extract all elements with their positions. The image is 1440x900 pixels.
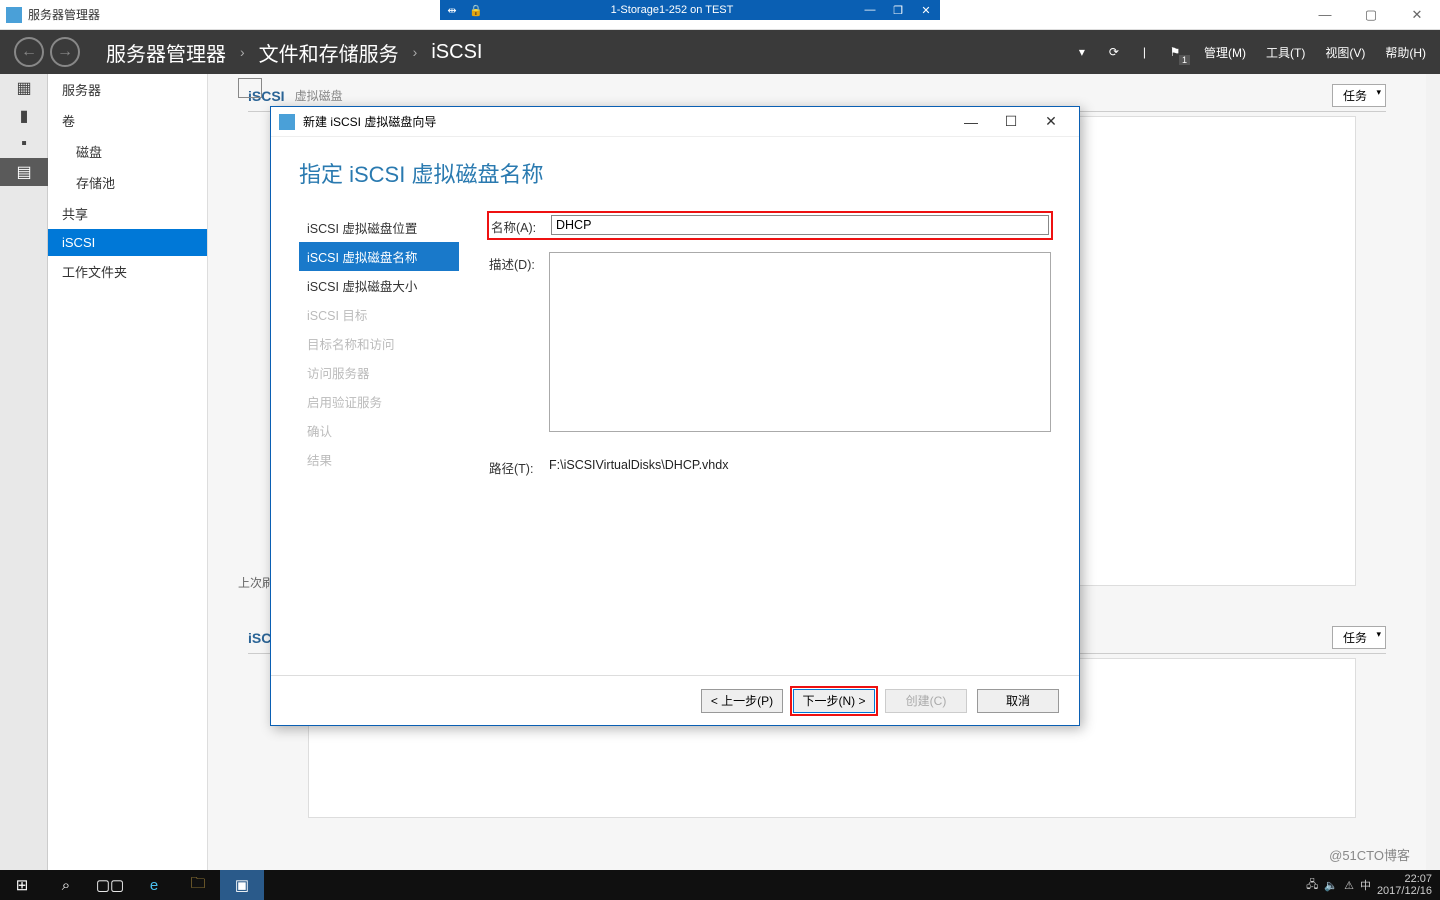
menu-help[interactable]: 帮助(H) [1385, 44, 1426, 61]
remote-restore-button[interactable]: ❐ [884, 4, 912, 17]
panel1-subtitle: 虚拟磁盘 [295, 87, 343, 104]
wizard-titlebar: 新建 iSCSI 虚拟磁盘向导 — ☐ ✕ [271, 107, 1079, 137]
wizard-footer: < 上一步(P) 下一步(N) > 创建(C) 取消 [271, 675, 1079, 725]
notification-badge: 1 [1179, 55, 1190, 65]
refresh-icon[interactable]: ⟳ [1105, 43, 1123, 61]
sidebar-item-pools[interactable]: 存储池 [48, 167, 207, 198]
server-manager-taskbar-icon[interactable]: ▣ [220, 870, 264, 900]
rail-volumes-icon[interactable]: ▮ [0, 102, 48, 130]
sidebar-item-volumes[interactable]: 卷 [48, 105, 207, 136]
name-input[interactable] [551, 215, 1049, 235]
chevron-right-icon: › [413, 44, 418, 60]
start-button[interactable]: ⊞ [0, 870, 44, 900]
step-location[interactable]: iSCSI 虚拟磁盘位置 [299, 213, 459, 242]
wizard-close-button[interactable]: ✕ [1031, 107, 1071, 137]
cancel-button[interactable]: 取消 [977, 689, 1059, 713]
outer-maximize-button[interactable]: ▢ [1348, 0, 1394, 30]
name-label: 名称(A): [491, 215, 551, 236]
tray-ime[interactable]: 中 [1360, 877, 1371, 893]
description-textarea[interactable] [549, 252, 1051, 432]
chevron-down-icon[interactable]: ▾ [1079, 45, 1085, 59]
task-view-icon[interactable]: ▢▢ [88, 870, 132, 900]
tray-sound-icon[interactable]: 🔈 [1324, 879, 1338, 892]
breadcrumb-app[interactable]: 服务器管理器 [106, 38, 226, 67]
remote-session-title: 1-Storage1-252 on TEST [488, 4, 856, 16]
sidebar-item-iscsi[interactable]: iSCSI [48, 229, 207, 256]
next-button[interactable]: 下一步(N) > [793, 689, 875, 713]
export-icon[interactable] [238, 78, 262, 98]
separator: | [1143, 45, 1146, 59]
sidebar-item-disks[interactable]: 磁盘 [48, 136, 207, 167]
outer-window-title: 服务器管理器 [28, 6, 100, 23]
rail-servers-icon[interactable]: ▦ [0, 74, 48, 102]
previous-button[interactable]: < 上一步(P) [701, 689, 783, 713]
path-label: 路径(T): [489, 456, 549, 477]
step-confirm: 确认 [299, 416, 459, 445]
outer-minimize-button[interactable]: — [1302, 0, 1348, 30]
ie-icon[interactable]: e [132, 870, 176, 900]
search-icon[interactable]: ⌕ [44, 870, 88, 900]
tasks-dropdown-2[interactable]: 任务 [1332, 626, 1386, 649]
sidebar: 服务器 卷 磁盘 存储池 共享 iSCSI 工作文件夹 [48, 74, 208, 870]
wizard-steps: iSCSI 虚拟磁盘位置 iSCSI 虚拟磁盘名称 iSCSI 虚拟磁盘大小 i… [299, 213, 459, 653]
explorer-icon[interactable]: 🗀 [176, 870, 220, 900]
server-manager-header: ← → 服务器管理器 › 文件和存储服务 › iSCSI ▾ ⟳ | ⚑1 管理… [0, 30, 1440, 74]
taskbar-date: 2017/12/16 [1377, 885, 1432, 897]
wizard-heading: 指定 iSCSI 虚拟磁盘名称 [271, 137, 1079, 213]
description-label: 描述(D): [489, 252, 549, 273]
menu-manage[interactable]: 管理(M) [1204, 44, 1246, 61]
watermark: @51CTO博客 [1329, 845, 1410, 864]
step-result: 结果 [299, 445, 459, 474]
taskbar: ⊞ ⌕ ▢▢ e 🗀 ▣ 🖧 🔈 ⚠ 中 22:07 2017/12/16 [0, 870, 1440, 900]
outer-close-button[interactable]: ✕ [1394, 0, 1440, 30]
wizard-window-title: 新建 iSCSI 虚拟磁盘向导 [303, 113, 436, 130]
step-auth-service: 启用验证服务 [299, 387, 459, 416]
remote-session-bar: ⇹ 🔒 1-Storage1-252 on TEST — ❐ ✕ [440, 0, 940, 20]
rail-iscsi-icon[interactable]: ▤ [0, 158, 48, 186]
icon-rail: ▦ ▮ ▪ ▤ [0, 74, 48, 870]
remote-minimize-button[interactable]: — [856, 4, 884, 17]
breadcrumb-section[interactable]: 文件和存储服务 [259, 38, 399, 67]
wizard-dialog: 新建 iSCSI 虚拟磁盘向导 — ☐ ✕ 指定 iSCSI 虚拟磁盘名称 iS… [270, 106, 1080, 726]
step-access-server: 访问服务器 [299, 358, 459, 387]
tasks-dropdown[interactable]: 任务 [1332, 84, 1386, 107]
nav-forward-button[interactable]: → [50, 37, 80, 67]
app-icon [6, 7, 22, 23]
notifications-flag-icon[interactable]: ⚑1 [1166, 43, 1184, 61]
breadcrumb: 服务器管理器 › 文件和存储服务 › iSCSI [106, 38, 482, 67]
tray-shield-icon[interactable]: ⚠ [1344, 879, 1354, 892]
tray-network-icon[interactable]: 🖧 [1306, 876, 1318, 895]
lock-icon: 🔒 [464, 4, 488, 17]
chevron-right-icon: › [240, 44, 245, 60]
taskbar-time: 22:07 [1377, 873, 1432, 885]
wizard-form: 名称(A): 描述(D): 路径(T): F:\iSCSIVirtualDisk… [459, 213, 1051, 653]
wizard-minimize-button[interactable]: — [951, 107, 991, 137]
path-value: F:\iSCSIVirtualDisks\DHCP.vhdx [549, 456, 728, 472]
taskbar-clock[interactable]: 22:07 2017/12/16 [1377, 873, 1432, 897]
breadcrumb-page[interactable]: iSCSI [431, 41, 482, 64]
step-size[interactable]: iSCSI 虚拟磁盘大小 [299, 271, 459, 300]
menu-tools[interactable]: 工具(T) [1266, 44, 1305, 61]
remote-close-button[interactable]: ✕ [912, 4, 940, 17]
menu-view[interactable]: 视图(V) [1325, 44, 1365, 61]
sidebar-item-workfolders[interactable]: 工作文件夹 [48, 256, 207, 287]
create-button: 创建(C) [885, 689, 967, 713]
step-target-name: 目标名称和访问 [299, 329, 459, 358]
system-tray: 🖧 🔈 ⚠ 中 22:07 2017/12/16 [1306, 873, 1440, 897]
last-refresh-label: 上次刷 [238, 574, 274, 870]
sidebar-item-shares[interactable]: 共享 [48, 198, 207, 229]
sidebar-item-servers[interactable]: 服务器 [48, 74, 207, 105]
wizard-maximize-button[interactable]: ☐ [991, 107, 1031, 137]
wizard-icon [279, 114, 295, 130]
pin-icon[interactable]: ⇹ [440, 4, 464, 17]
step-target: iSCSI 目标 [299, 300, 459, 329]
nav-back-button[interactable]: ← [14, 37, 44, 67]
rail-disks-icon[interactable]: ▪ [0, 130, 48, 158]
step-name[interactable]: iSCSI 虚拟磁盘名称 [299, 242, 459, 271]
